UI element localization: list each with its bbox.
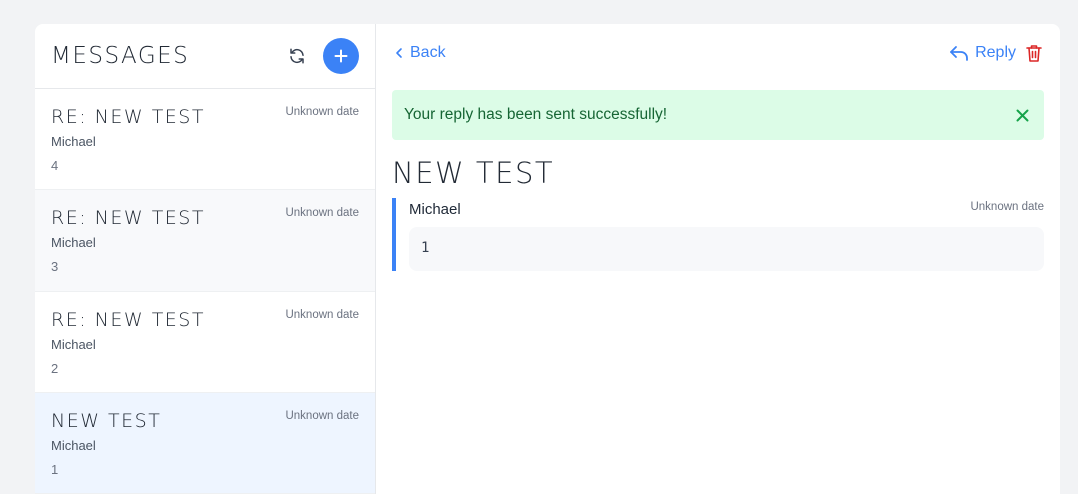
message-sender: Michael — [51, 235, 96, 251]
message-list-item[interactable]: RE: NEW TEST Unknown date Michael 3 — [35, 190, 375, 292]
chevron-left-icon — [396, 48, 402, 58]
refresh-button[interactable] — [285, 44, 309, 68]
message-sender: Michael — [51, 134, 96, 150]
trash-icon — [1026, 45, 1042, 62]
back-label: Back — [410, 44, 446, 61]
thread-sender: Michael — [409, 201, 461, 218]
message-date: Unknown date — [285, 308, 359, 321]
refresh-icon — [290, 48, 304, 64]
detail-actions: Reply — [949, 43, 1044, 63]
sidebar-title: MESSAGES — [51, 43, 190, 70]
thread-message: Michael Unknown date 1 — [392, 198, 1044, 271]
reply-icon — [950, 46, 968, 61]
message-list-item[interactable]: RE: NEW TEST Unknown date Michael 2 — [35, 292, 375, 393]
messages-sidebar: MESSAGES RE: NEW TEST Unknown date Micha… — [35, 24, 376, 494]
message-sender: Michael — [51, 437, 96, 453]
message-date: Unknown date — [285, 207, 359, 220]
new-message-button[interactable] — [323, 38, 359, 75]
header-actions — [285, 38, 359, 75]
close-icon — [1016, 109, 1028, 121]
plus-icon — [334, 49, 348, 63]
message-list-item[interactable]: RE: NEW TEST Unknown date Michael 4 — [35, 89, 375, 191]
message-count: 3 — [51, 259, 59, 275]
detail-toolbar: Back Reply — [392, 24, 1044, 82]
thread-body: 1 — [409, 227, 1044, 271]
message-date: Unknown date — [285, 106, 359, 119]
delete-button[interactable] — [1024, 43, 1044, 63]
message-detail: Back Reply Your reply has been sent succ… — [376, 24, 1060, 494]
alert-close-button[interactable] — [1012, 105, 1032, 125]
message-count: 4 — [51, 158, 59, 174]
message-count: 1 — [51, 461, 59, 477]
message-count: 2 — [51, 360, 59, 376]
sidebar-header: MESSAGES — [35, 24, 375, 90]
reply-button[interactable]: Reply — [949, 44, 1016, 62]
alert-text: Your reply has been sent successfully! — [404, 106, 668, 123]
thread-date: Unknown date — [970, 201, 1044, 213]
message-list-item-active[interactable]: NEW TEST Unknown date Michael 1 — [35, 392, 375, 494]
back-button[interactable]: Back — [392, 44, 446, 62]
message-subject-heading: NEW TEST — [392, 156, 555, 190]
message-sender: Michael — [51, 336, 96, 352]
success-alert: Your reply has been sent successfully! — [392, 90, 1044, 140]
reply-label: Reply — [975, 44, 1016, 61]
messages-app: MESSAGES RE: NEW TEST Unknown date Micha… — [35, 24, 1060, 494]
message-date: Unknown date — [285, 409, 359, 422]
